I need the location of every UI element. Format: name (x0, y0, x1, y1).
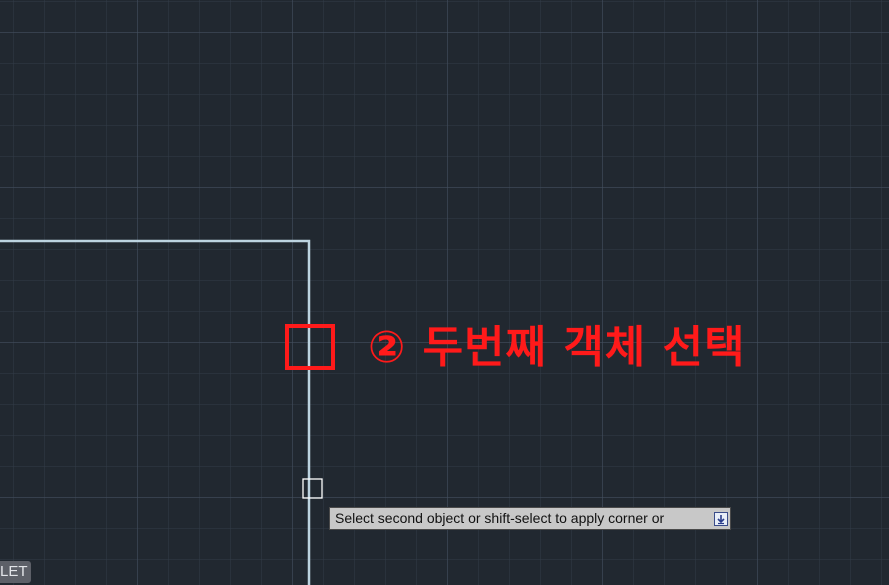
annotation-label: ② 두번째 객체 선택 (368, 322, 746, 373)
selected-line-object[interactable] (0, 239, 311, 585)
tooltip-text: Select second object or shift-select to … (335, 510, 665, 526)
command-name-badge: LET (0, 561, 31, 583)
expand-down-arrow-icon[interactable] (714, 512, 728, 526)
geometry-layer (0, 239, 335, 585)
command-prompt-tooltip: Select second object or shift-select to … (329, 507, 731, 530)
pickbox-cursor (302, 478, 323, 499)
